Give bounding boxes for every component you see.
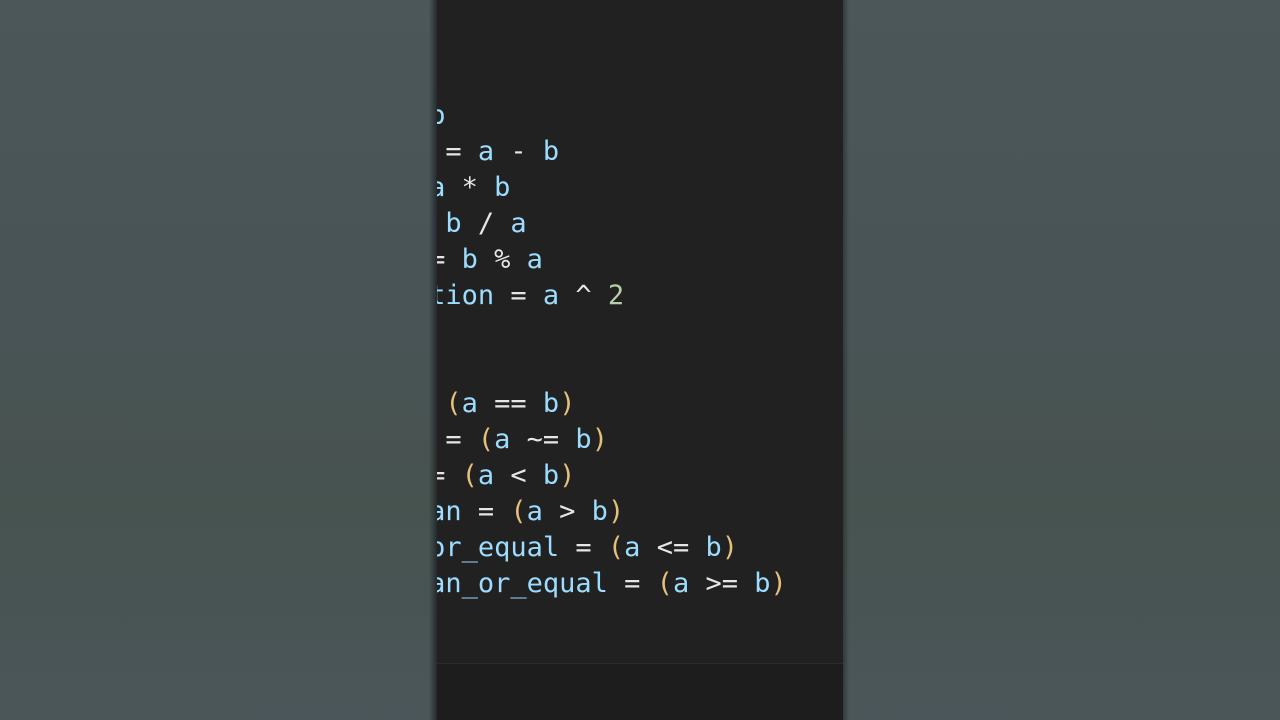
code-token: - [510,136,543,167]
code-token: ( [656,568,673,599]
line-blank-5[interactable] [437,638,843,663]
code-token: a [477,136,511,167]
code-token: ) [591,424,608,455]
code-token: ( [445,388,462,419]
code-token: b [542,388,560,419]
video-frame: local a = 10local b = 20 local sum = a +… [0,0,1280,720]
code-token: local greater_than [437,496,462,527]
code-token: a [510,208,527,239]
line-product[interactable]: local product = a * b [437,170,843,206]
code-token: b [754,568,771,599]
code-token: b [542,460,560,491]
line-greater-than-or-equal[interactable]: local greater_than_or_equal = (a >= b) [437,566,843,602]
code-token: > [559,496,592,527]
editor-viewport[interactable]: local a = 10local b = 20 local sum = a +… [437,0,843,663]
line-inequality[interactable]: local inequality = (a ~= b) [437,422,843,458]
code-token: local less_than_or_equal [437,532,560,563]
code-token: = [477,496,511,527]
line-remainder[interactable]: local remainder = b % a [437,242,843,278]
code-token: ) [607,496,625,527]
line-blank-4[interactable] [437,602,843,638]
line-sum[interactable]: local sum = a + b [437,98,843,134]
code-token: a [437,172,446,203]
code-token: ) [559,460,576,491]
code-token: a [494,424,527,455]
code-token: = [510,280,543,311]
code-token: local greater_than_or_equal [437,568,608,599]
code-token: b [542,136,560,167]
code-token: <= [656,532,706,563]
code-token: < [510,460,543,491]
line-a[interactable]: local a = 10 [437,0,843,26]
line-exponentiation[interactable]: local exponentiation = a ^ 2 [437,278,843,314]
line-blank-3[interactable] [437,350,843,386]
line-less-than[interactable]: local less_than = (a < b) [437,458,843,494]
line-greater-than[interactable]: local greater_than = (a > b) [437,494,843,530]
code-token: a [542,280,576,311]
code-token: ) [559,388,576,419]
code-token: % [494,244,527,275]
code-token: ~= [526,424,576,455]
code-editor-panel: local a = 10local b = 20 local sum = a +… [437,0,843,720]
line-difference[interactable]: local difference = a - b [437,134,843,170]
code-token: == [494,388,543,419]
code-token: ^ [575,280,608,311]
code-token: local exponentiation [437,280,495,311]
code-token: b [575,424,592,455]
code-token: = [437,244,446,275]
code-token: ) [721,532,738,563]
code-token: a [526,496,560,527]
code-token: ( [607,532,625,563]
code-token: ( [510,496,527,527]
letterbox-right [843,0,1280,720]
code-token: b [445,208,478,239]
code-token: ( [477,424,495,455]
code-token: ) [770,568,787,599]
line-b[interactable]: local b = 20 [437,26,843,62]
code-content[interactable]: local a = 10local b = 20 local sum = a +… [437,0,843,663]
line-quotient[interactable]: local quotient = b / a [437,206,843,242]
code-token: a [477,460,511,491]
line-blank-1[interactable] [437,62,843,98]
code-token: = [624,568,657,599]
code-token: = [437,460,446,491]
code-token: b [437,100,446,131]
code-token: * [461,172,495,203]
code-token: b [494,172,511,203]
code-token: a [526,244,543,275]
code-token: b [705,532,722,563]
code-token: >= [705,568,755,599]
terminal-panel[interactable] [437,663,843,720]
code-token: / [477,208,511,239]
letterbox-left [0,0,437,720]
line-less-than-or-equal[interactable]: local less_than_or_equal = (a <= b) [437,530,843,566]
code-token: ( [461,460,478,491]
code-token: = [445,424,478,455]
code-token: = [575,532,608,563]
code-token: a [672,568,706,599]
line-equality[interactable]: local equality = (a == b) [437,386,843,422]
code-token: 2 [607,280,625,311]
code-token: = [445,136,478,167]
code-token: b [591,496,608,527]
code-token: a [624,532,657,563]
code-token: a [461,388,495,419]
code-token: b [461,244,495,275]
line-blank-2[interactable] [437,314,843,350]
